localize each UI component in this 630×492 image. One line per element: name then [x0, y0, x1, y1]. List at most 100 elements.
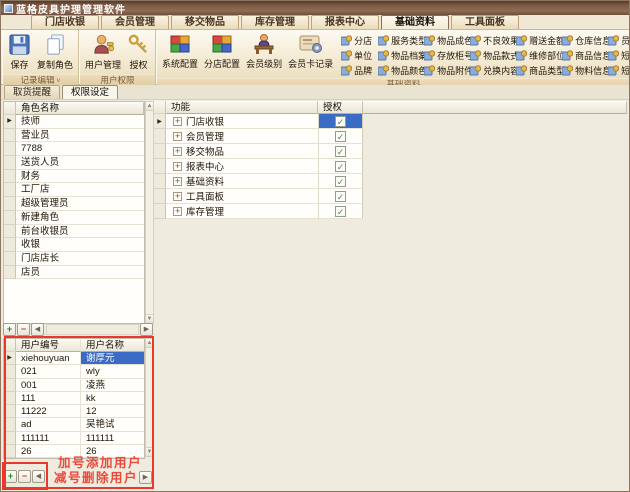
auth-checkbox[interactable]: ✓	[335, 191, 346, 202]
item-brand[interactable]: 品牌	[339, 63, 376, 78]
ribbon-tab-reports[interactable]: 报表中心	[311, 15, 379, 29]
role-row[interactable]: 营业员	[4, 129, 144, 143]
item-repair-part[interactable]: 维修部位	[514, 48, 560, 63]
ribbon-tab-inventory[interactable]: 库存管理	[241, 15, 309, 29]
expand-icon[interactable]	[173, 162, 182, 171]
ribbon-tab-transfer-items[interactable]: 移交物品	[171, 15, 239, 29]
role-row[interactable]: 财务	[4, 170, 144, 184]
item-sms-platform[interactable]: 短信平台	[606, 63, 630, 78]
role-scroll-left-button[interactable]: ◀	[31, 323, 44, 336]
user-row[interactable]: ad吴艳试	[4, 418, 144, 431]
function-row[interactable]: 移交物品✓	[154, 144, 363, 159]
role-row[interactable]: 技师	[4, 115, 144, 129]
item-item-style[interactable]: 物品款式	[468, 48, 514, 63]
expand-icon[interactable]	[173, 147, 182, 156]
delete-user-button[interactable]: −	[18, 470, 31, 483]
item-item-file[interactable]: 物品档案	[376, 48, 422, 63]
tab-pickup-reminder[interactable]: 取货提醒	[4, 85, 60, 99]
ribbon-tab-member-mgmt[interactable]: 会员管理	[101, 15, 169, 29]
role-row[interactable]: 送货人员	[4, 156, 144, 170]
user-row[interactable]: 111kk	[4, 392, 144, 405]
user-row[interactable]: 1122212	[4, 405, 144, 418]
member-level-button[interactable]: 会员级别	[243, 32, 285, 74]
item-item-attachment[interactable]: 物品附件	[422, 63, 468, 78]
auth-checkbox[interactable]: ✓	[335, 146, 346, 157]
role-row[interactable]: 超级管理员	[4, 197, 144, 211]
item-material-info[interactable]: 物料信息	[560, 63, 606, 78]
role-row[interactable]: 收银	[4, 238, 144, 252]
user-grid-scrollbar[interactable]: ▲ ▼	[145, 338, 154, 457]
user-scroll-right-button[interactable]: ▶	[139, 471, 152, 484]
user-scroll-left-button[interactable]: ◀	[32, 470, 45, 483]
expand-icon[interactable]	[173, 192, 182, 201]
tab-permission-settings[interactable]: 权限设定	[62, 85, 118, 99]
role-row[interactable]: 7788	[4, 142, 144, 156]
function-row[interactable]: 库存管理✓	[154, 204, 363, 219]
auth-checkbox[interactable]: ✓	[335, 116, 346, 127]
role-name-column-header[interactable]: 角色名称	[16, 102, 144, 115]
role-row[interactable]: 店员	[4, 266, 144, 280]
function-row[interactable]: 工具面板✓	[154, 189, 363, 204]
scroll-down-icon[interactable]: ▼	[146, 314, 153, 323]
scroll-up-icon[interactable]: ▲	[146, 102, 153, 111]
function-row[interactable]: 基础资料✓	[154, 174, 363, 189]
auth-checkbox[interactable]: ✓	[335, 176, 346, 187]
role-grid-scrollbar[interactable]: ▲ ▼	[145, 101, 154, 324]
item-unit[interactable]: 单位	[339, 48, 376, 63]
role-row[interactable]: 前台收银员	[4, 225, 144, 239]
expand-icon[interactable]	[173, 132, 182, 141]
row-indicator	[4, 418, 16, 431]
scroll-down-icon[interactable]: ▼	[146, 447, 153, 456]
item-employee[interactable]: 员工	[606, 33, 630, 48]
function-row[interactable]: 会员管理✓	[154, 129, 363, 144]
user-row[interactable]: 001凌燕	[4, 379, 144, 392]
function-column-header[interactable]: 功能	[166, 101, 318, 114]
role-scroll-right-button[interactable]: ▶	[140, 323, 153, 336]
item-sms-template[interactable]: 短信模板	[606, 48, 630, 63]
user-id-column-header[interactable]: 用户编号	[16, 339, 81, 352]
item-product-info[interactable]: 商品信息	[560, 48, 606, 63]
item-product-type[interactable]: 商品类型	[514, 63, 560, 78]
item-storage-cabinet[interactable]: 存放柜号	[422, 48, 468, 63]
member-card-record-button[interactable]: 会员卡记录	[285, 32, 336, 74]
role-navigator-track[interactable]	[46, 324, 139, 335]
user-row[interactable]: xiehouyuan谢厚元	[4, 352, 144, 365]
item-item-color[interactable]: 物品颜色	[376, 63, 422, 78]
item-service-type[interactable]: 服务类型	[376, 33, 422, 48]
role-row[interactable]: 门店店长	[4, 252, 144, 266]
expand-icon[interactable]	[173, 207, 182, 216]
row-indicator	[154, 204, 166, 219]
item-gift-amount[interactable]: 赠送金额	[514, 33, 560, 48]
auth-column-header[interactable]: 授权	[318, 101, 363, 114]
auth-checkbox[interactable]: ✓	[335, 131, 346, 142]
ribbon-tab-tools[interactable]: 工具面板	[451, 15, 519, 29]
item-warehouse-info[interactable]: 仓库信息	[560, 33, 606, 48]
system-config-button[interactable]: 系统配置	[159, 32, 201, 74]
item-exchange-content[interactable]: 兑换内容	[468, 63, 514, 78]
role-row[interactable]: 新建角色	[4, 211, 144, 225]
item-bad-effect[interactable]: 不良效果	[468, 33, 514, 48]
add-role-button[interactable]: +	[3, 323, 16, 336]
role-row[interactable]: 工厂店	[4, 183, 144, 197]
user-name-column-header[interactable]: 用户名称	[81, 339, 144, 352]
auth-checkbox[interactable]: ✓	[335, 206, 346, 217]
add-user-button[interactable]: +	[4, 470, 17, 483]
item-item-condition[interactable]: 物品成色	[422, 33, 468, 48]
ribbon-tab-store-cashier[interactable]: 门店收银	[31, 15, 99, 29]
user-manage-button[interactable]: 用户管理	[82, 32, 124, 74]
expand-icon[interactable]	[173, 177, 182, 186]
auth-checkbox[interactable]: ✓	[335, 161, 346, 172]
item-branch[interactable]: 分店	[339, 33, 376, 48]
save-button[interactable]: 保存	[5, 32, 34, 74]
user-row[interactable]: 021wly	[4, 365, 144, 378]
scroll-up-icon[interactable]: ▲	[146, 339, 153, 348]
ribbon-tab-basic-data[interactable]: 基础资料	[381, 15, 449, 29]
delete-role-button[interactable]: −	[17, 323, 30, 336]
user-row[interactable]: 111111111111	[4, 432, 144, 445]
function-row[interactable]: 门店收银✓	[154, 114, 363, 129]
expand-icon[interactable]	[173, 117, 182, 126]
authorize-button[interactable]: 授权	[124, 32, 153, 74]
branch-config-button[interactable]: 分店配置	[201, 32, 243, 74]
function-row[interactable]: 报表中心✓	[154, 159, 363, 174]
copy-role-button[interactable]: 复制角色	[34, 32, 76, 74]
